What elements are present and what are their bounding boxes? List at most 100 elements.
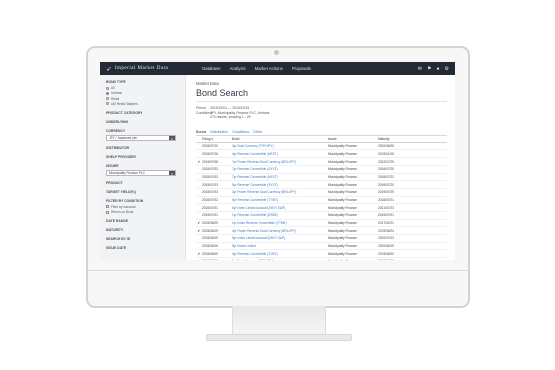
tab-distribution[interactable]: Distribution — [210, 130, 228, 134]
target-yield-toggle[interactable]: Target Yield(%) — [106, 190, 185, 194]
tab-bonds[interactable]: Bonds — [196, 130, 206, 134]
table-row[interactable]: 2015/07/03 7yr Reverse Convertible (NEST)… — [196, 173, 447, 182]
row-issuer: Municipality Finance — [328, 149, 378, 159]
table-row[interactable]: 2015/07/16 4yr Reverse Convertible (NEST)… — [196, 149, 447, 159]
row-bond-link[interactable]: 6yr Index Linked Autocall (NKY/ S&P) — [232, 203, 328, 212]
issuer-select[interactable]: Municipality Finance PLC ▾ — [106, 169, 176, 176]
table-row[interactable]: 2015/07/03 5yr Reverse Convertible (XXYZ)… — [196, 180, 447, 189]
row-fixing-date: 2015/07/16 — [202, 149, 232, 159]
issue-date-toggle[interactable]: Issue Date — [106, 246, 185, 250]
row-bond-link[interactable]: 4yr Reverse Convertible (NEST) — [232, 149, 328, 159]
row-bond-link[interactable]: 3yr Power Reverse Dual Currency (BRL/JPY… — [232, 188, 328, 197]
shelf-provider-toggle[interactable]: Shelf Provider — [106, 155, 185, 159]
row-fixing-date: 2015/07/03 — [202, 188, 232, 197]
row-fixing-date: 2015/07/01 — [202, 211, 232, 220]
table-row[interactable]: ✔ 2015/06/09 4yr Reverse Convertible (TOEZ… — [196, 249, 447, 259]
table-row[interactable]: 2015/07/03 7yr Reverse Convertible (XXYZ)… — [196, 165, 447, 174]
row-bond-link[interactable]: 5yr Reverse Convertible (XXYZ) — [232, 180, 328, 189]
row-bond-link[interactable]: 5yr Dollar Linked — [232, 242, 328, 251]
bond-type-option[interactable]: Unbank — [106, 91, 185, 95]
filter-option[interactable]: Return on Bond — [106, 210, 185, 214]
nav-market-actions[interactable]: Market Actions — [255, 66, 283, 71]
row-bond-link[interactable]: 3yr Dual Currency (TRY/JPY) — [232, 257, 328, 260]
flag-icon[interactable]: ⚑ — [427, 66, 431, 72]
table-row[interactable]: 2015/07/03 3yr Power Reverse Dual Currenc… — [196, 188, 447, 197]
bond-type-option[interactable]: Retail — [106, 97, 185, 101]
table-row[interactable]: 2015/07/01 1yr Reverse Convertible (DSBZ)… — [196, 211, 447, 220]
row-bond-link[interactable]: 4yr Reverse Convertible (TOEZ) — [232, 249, 328, 259]
currency-select[interactable]: JPY / Japanese yen ▾ — [106, 134, 176, 141]
table-row[interactable]: 2015/07/01 6yr Index Linked Autocall (NKY… — [196, 203, 447, 212]
product-toggle[interactable]: Product — [106, 181, 185, 185]
row-maturity: 2019/07/29 — [378, 188, 447, 197]
search-by-id-toggle[interactable]: Search By ID — [106, 237, 185, 241]
brand-name[interactable]: Imperial Market Data — [115, 66, 168, 71]
tab-other[interactable]: Other — [253, 130, 262, 134]
radio-icon[interactable] — [106, 102, 109, 106]
row-maturity: 2022/07/29 — [378, 157, 447, 166]
underlying-toggle[interactable]: Underlying — [106, 120, 185, 124]
monitor-stand — [232, 306, 326, 336]
radio-icon[interactable] — [106, 97, 109, 101]
maturity-toggle[interactable]: Maturity — [106, 228, 185, 232]
envelope-icon[interactable]: ✉ — [418, 66, 422, 72]
checkbox-icon[interactable] — [106, 205, 109, 209]
option-label: Unbank — [111, 91, 122, 96]
row-bond-link[interactable]: 7yr Power Reverse Dual Currency (BRL/JPY… — [232, 157, 328, 166]
row-bond-link[interactable]: 5yr Reverse Convertible (TTWT) — [232, 196, 328, 205]
row-fixing-date: 2015/07/10 — [202, 142, 232, 151]
row-bond-link[interactable]: 7yr Reverse Convertible (NEST) — [232, 173, 328, 182]
table-row[interactable]: ✔ 2015/07/08 7yr Power Reverse Dual Curren… — [196, 157, 447, 166]
row-maturity: 2018/06/05 — [378, 257, 447, 260]
row-fixing-date: 2015/06/19 — [202, 226, 232, 236]
radio-icon[interactable] — [106, 86, 109, 90]
filter-condition-label: Filter by Condition — [106, 198, 144, 203]
table-row[interactable]: 2015/06/19 5yr Index Linked Autocall (NKY… — [196, 234, 447, 243]
row-bond-link[interactable]: 1yr Index Reverse Convertible (YTMK) — [232, 219, 328, 228]
row-issuer: Municipality Finance — [328, 249, 378, 259]
table-row[interactable]: 2015/07/10 3yr Dual Currency (TRY/JPY) Mun… — [196, 142, 447, 151]
row-bond-link[interactable]: 3yr Dual Currency (TRY/JPY) — [232, 142, 328, 151]
option-label: Return on Bond — [111, 210, 134, 215]
row-maturity: 2020/06/19 — [378, 242, 447, 251]
bond-type-option[interactable]: UM Retail Statutes — [106, 102, 185, 106]
top-icons: ✉ ⚑ ● ⚙ — [418, 66, 449, 72]
row-issuer: Municipality Finance — [328, 203, 378, 212]
table-row[interactable]: 2015/06/053yr Dual Currency (TRY/JPY)Mun… — [196, 257, 447, 260]
row-maturity: 2019/06/20 — [378, 249, 447, 259]
row-maturity: 2019/01/25 — [378, 149, 447, 159]
chevron-down-icon[interactable]: ▾ — [169, 135, 175, 141]
search-summary: Period 2015/10/01 — 2015/10/15 Conditions… — [196, 106, 447, 120]
row-bond-link[interactable]: 1yr Reverse Convertible (DSBZ) — [232, 211, 328, 220]
chevron-down-icon[interactable]: ▾ — [169, 170, 175, 176]
checkbox-icon[interactable] — [106, 210, 109, 214]
table-row[interactable]: 2015/07/02 5yr Reverse Convertible (TTWT)… — [196, 196, 447, 205]
tab-conditions[interactable]: Conditions — [232, 130, 249, 134]
row-fixing-date: 2015/07/03 — [202, 180, 232, 189]
currency-label: Currency — [106, 128, 126, 133]
table-row[interactable]: ✔ 2015/06/29 1yr Index Reverse Convertible… — [196, 219, 447, 228]
row-bond-link[interactable]: 7yr Reverse Convertible (XXYZ) — [232, 165, 328, 174]
gear-icon[interactable]: ⚙ — [445, 66, 449, 72]
row-maturity: 2016/07/21 — [378, 196, 447, 205]
row-fixing-date: 2015/07/03 — [202, 165, 232, 174]
row-bond-link[interactable]: 5yr Index Linked Autocall (NKY/ S&P) — [232, 234, 328, 243]
bond-type-option[interactable]: All — [106, 86, 185, 90]
table-row[interactable]: 2015/06/16 5yr Dollar Linked Municipality … — [196, 242, 447, 251]
chat-icon[interactable]: ● — [436, 66, 439, 72]
row-bond-link[interactable]: 4yr Power Reverse Dual Currency (BRL/JPY… — [232, 226, 328, 236]
date-range-toggle[interactable]: Date Range — [106, 219, 185, 223]
distributor-toggle[interactable]: Distributor — [106, 146, 185, 150]
radio-selected-icon[interactable] — [106, 91, 109, 95]
table-row[interactable]: ✔ 2015/06/19 4yr Power Reverse Dual Curren… — [196, 226, 447, 236]
breadcrumb[interactable]: Market Data — [196, 81, 447, 86]
option-label: UM Retail Statutes — [111, 101, 138, 106]
nav-analysis[interactable]: Analysis — [230, 66, 246, 71]
product-category-toggle[interactable]: Product Category — [106, 111, 185, 115]
screen: ➶ Imperial Market Data Database Analysis… — [100, 62, 455, 260]
nav-database[interactable]: Database — [202, 66, 220, 71]
nav-proposals[interactable]: Proposals — [292, 66, 311, 71]
filter-option[interactable]: Filter by Issuance — [106, 205, 185, 209]
row-fixing-date: 2015/06/09 — [202, 249, 232, 259]
row-maturity: 2016/07/22 — [378, 173, 447, 182]
